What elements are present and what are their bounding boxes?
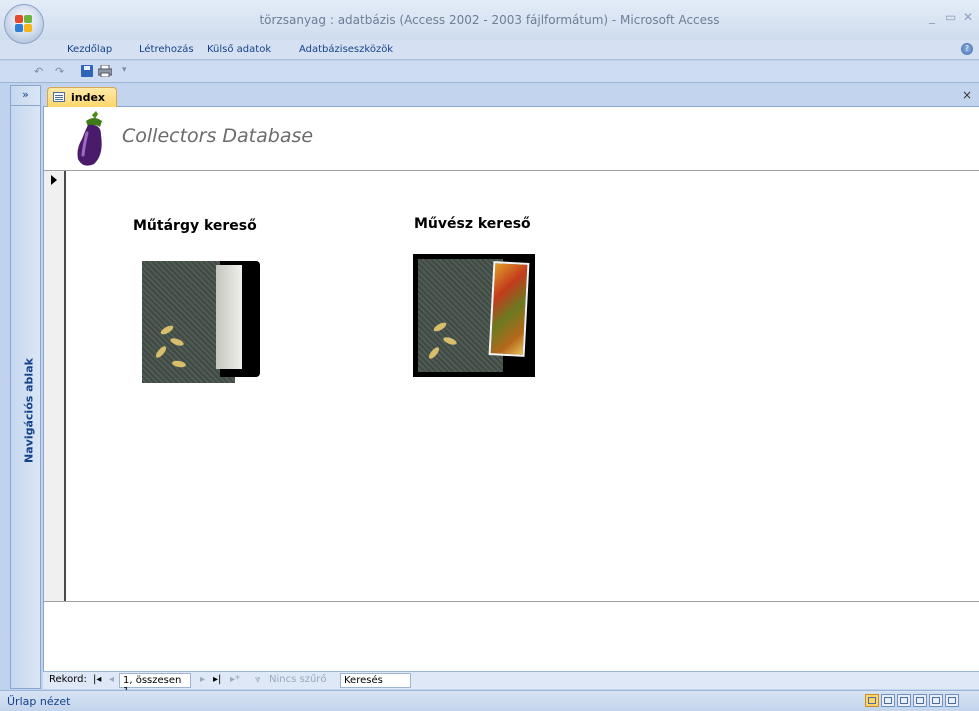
save-icon[interactable] xyxy=(81,65,93,77)
search-input[interactable]: Keresés xyxy=(340,673,411,688)
close-document-icon[interactable]: × xyxy=(962,88,972,102)
tab-create[interactable]: Létrehozás xyxy=(139,44,194,55)
tab-home[interactable]: Kezdőlap xyxy=(67,44,112,55)
artist-search-label: Művész kereső xyxy=(414,216,531,232)
minimize-button[interactable]: _ xyxy=(929,10,935,24)
layout-view-icon[interactable] xyxy=(929,694,943,707)
office-button[interactable] xyxy=(4,4,44,44)
eggplant-logo-icon xyxy=(77,111,102,166)
form-footer xyxy=(44,601,979,671)
photo-image xyxy=(488,261,530,357)
qat-customize-button[interactable]: ▾ xyxy=(122,65,127,75)
form-view-icon[interactable] xyxy=(865,694,879,707)
title-bar: törzsanyag : adatbázis (Access 2002 - 20… xyxy=(0,0,979,40)
window-title: törzsanyag : adatbázis (Access 2002 - 20… xyxy=(259,13,720,27)
artwork-search-button[interactable] xyxy=(142,261,260,383)
first-record-button[interactable]: |◂ xyxy=(93,674,101,685)
tab-index[interactable]: index xyxy=(47,87,117,107)
access-window: törzsanyag : adatbázis (Access 2002 - 20… xyxy=(0,0,979,711)
filter-icon[interactable]: ⩔ xyxy=(255,674,261,685)
previous-record-button[interactable]: ◂ xyxy=(109,674,114,685)
index-form: Collectors Database Műtárgy kereső Művés… xyxy=(43,107,979,671)
form-icon xyxy=(53,92,65,102)
tab-external-data[interactable]: Külső adatok xyxy=(207,44,271,55)
quick-access-toolbar: ↶ ↷ ▾ xyxy=(0,61,979,83)
form-detail-section: Műtárgy kereső Művész kereső xyxy=(44,171,979,601)
help-icon[interactable]: ? xyxy=(961,43,973,55)
close-button[interactable]: ✕ xyxy=(963,10,973,24)
office-button-icon xyxy=(15,15,33,33)
current-record-field[interactable]: 1, összesen 1 xyxy=(119,673,191,697)
next-record-button[interactable]: ▸ xyxy=(200,674,205,685)
last-record-button[interactable]: ▸| xyxy=(213,674,221,685)
tab-database-tools[interactable]: Adatbáziseszközök xyxy=(299,44,393,55)
filter-status[interactable]: Nincs szűrő xyxy=(269,674,327,685)
form-title: Collectors Database xyxy=(122,125,314,147)
record-navigation-bar: Rekord: |◂ ◂ 1, összesen 1 ▸ ▸| ▸* ⩔ Nin… xyxy=(43,671,979,697)
redo-icon[interactable]: ↷ xyxy=(55,65,64,78)
view-status-text: Űrlap nézet xyxy=(7,695,71,708)
ribbon-tabs: Kezdőlap Létrehozás Külső adatok Adatbáz… xyxy=(0,40,979,60)
form-header: Collectors Database xyxy=(44,107,979,171)
record-label: Rekord: xyxy=(49,674,87,685)
artist-search-button[interactable] xyxy=(413,254,535,377)
pivot-table-icon[interactable] xyxy=(897,694,911,707)
new-record-button[interactable]: ▸* xyxy=(230,674,240,685)
design-view-icon[interactable] xyxy=(945,694,959,707)
pivot-chart-icon[interactable] xyxy=(913,694,927,707)
navigation-pane[interactable]: » Navigációs ablak xyxy=(10,85,41,689)
maximize-button[interactable]: ▭ xyxy=(945,10,956,24)
record-selector[interactable] xyxy=(44,171,66,601)
book-page-image xyxy=(216,265,242,369)
datasheet-view-icon[interactable] xyxy=(881,694,895,707)
current-record-icon xyxy=(51,175,57,185)
nav-pane-label-text: Navigációs ablak xyxy=(22,358,36,463)
nav-expand-button[interactable]: » xyxy=(11,86,40,106)
tab-index-label: index xyxy=(71,91,106,104)
nav-pane-label[interactable]: Navigációs ablak xyxy=(14,346,38,496)
artwork-search-label: Műtárgy kereső xyxy=(133,218,257,234)
status-bar: Űrlap nézet xyxy=(0,690,979,711)
document-tab-strip: index × xyxy=(43,85,979,107)
print-icon[interactable] xyxy=(97,64,113,78)
undo-icon[interactable]: ↶ xyxy=(34,65,43,78)
